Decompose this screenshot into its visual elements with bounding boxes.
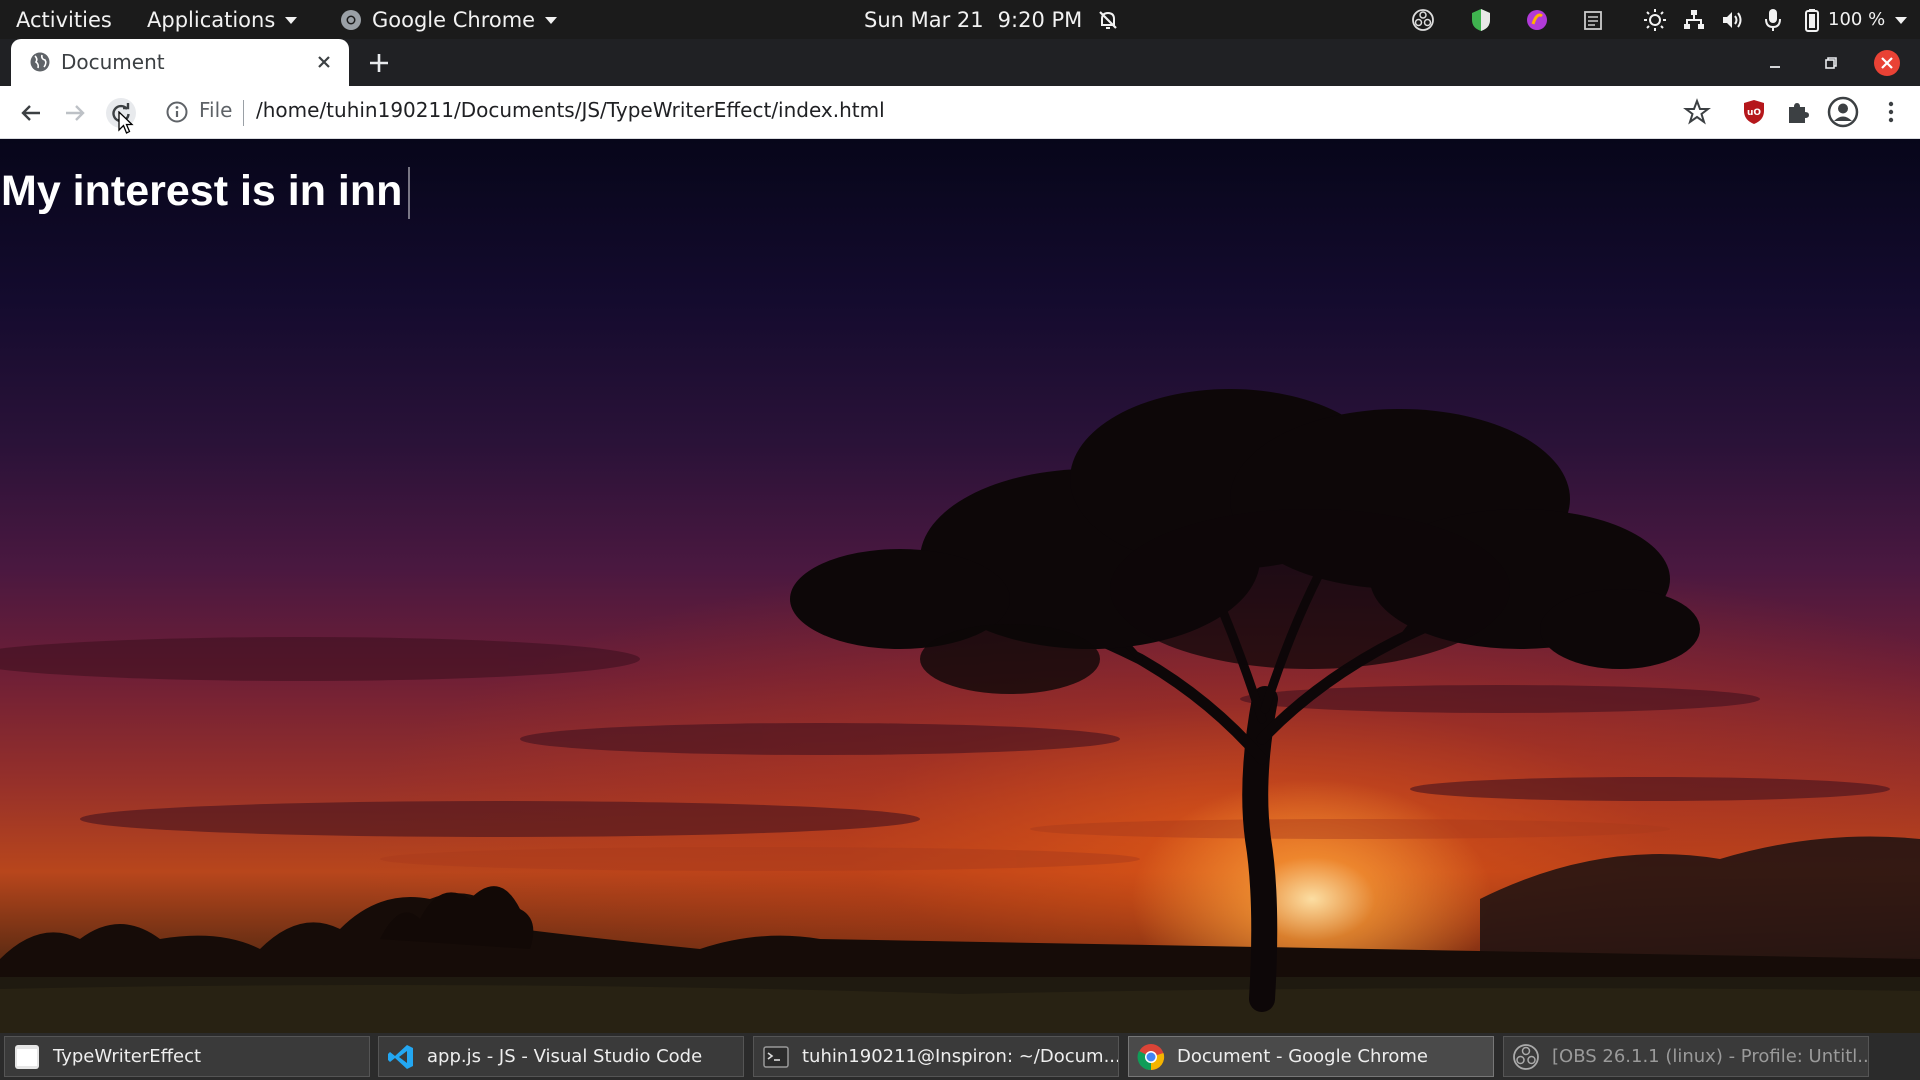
applications-menu[interactable]: Applications [147,0,298,39]
url-text[interactable]: /home/tuhin190211/Documents/JS/TypeWrite… [256,98,885,122]
chevron-down-icon [285,17,298,24]
volume-icon[interactable] [1721,8,1745,32]
new-tab-plus-icon[interactable] [365,49,393,77]
tab-title: Document [61,50,165,74]
obs-icon [1513,1043,1539,1070]
taskbar-item-terminal[interactable]: tuhin190211@Inspiron: ~/Docum... [753,1036,1119,1077]
brightness-icon[interactable] [1643,8,1667,32]
taskbar-item-vscode[interactable]: app.js - JS - Visual Studio Code [378,1036,744,1077]
mouse-pointer-icon [118,111,134,134]
battery-indicator[interactable]: 100 % [1804,0,1908,39]
taskbar-item-google-chrome[interactable]: Document - Google Chrome [1128,1036,1494,1077]
close-tab-icon[interactable] [313,51,335,73]
profile-avatar-icon[interactable] [1827,96,1859,128]
chrome-menu-icon[interactable] [1876,97,1906,127]
typed-text: My interest is in inn [1,167,403,215]
battery-icon [1805,8,1819,32]
chrome-tab-strip: Document [0,39,1920,86]
minimize-window-icon[interactable] [1762,50,1788,76]
omnibox-separator [243,100,244,126]
clock-time: 9:20 PM [997,7,1083,32]
globe-icon [30,52,50,72]
terminal-icon [763,1045,789,1068]
taskbar-item-typewritereffect[interactable]: TypeWriterEffect [4,1036,370,1077]
chrome-toolbar: File /home/tuhin190211/Documents/JS/Type… [0,86,1920,139]
clipboard-tray-icon[interactable] [1581,8,1605,32]
typewriter-heading: My interest is in inn [1,167,411,219]
window-list-taskbar: TypeWriterEffect app.js - JS - Visual St… [0,1033,1920,1080]
notifications-muted-icon [1099,10,1118,29]
typing-caret [408,167,411,219]
page-viewport: My interest is in inn [0,139,1920,1033]
vscode-icon [388,1044,413,1069]
bookmark-star-icon[interactable] [1682,97,1712,127]
omnibox-scheme: File [199,98,233,122]
tor-tray-icon[interactable] [1525,8,1549,32]
shield-tray-icon[interactable] [1469,8,1493,32]
forward-arrow-icon[interactable] [60,98,90,128]
folder-icon [15,1044,39,1069]
sunset-tree-background [0,389,1920,1033]
battery-percent: 100 % [1828,9,1886,30]
gnome-top-bar: Activities Applications Google Chrome Su… [0,0,1920,39]
chrome-icon [341,9,361,30]
restore-window-icon[interactable] [1818,50,1844,76]
close-window-icon[interactable] [1873,49,1901,77]
system-menu-chevron-icon[interactable] [1895,17,1908,24]
back-arrow-icon[interactable] [16,98,46,128]
tab-document[interactable]: Document [11,39,349,86]
activities-button[interactable]: Activities [16,0,112,39]
obs-tray-icon[interactable] [1411,8,1435,32]
chevron-down-icon [545,17,558,24]
chrome-icon [1137,1043,1165,1070]
svg-text:uO: uO [1747,108,1761,118]
ublock-origin-icon[interactable]: uO [1739,97,1769,127]
microphone-icon[interactable] [1761,8,1785,32]
extensions-puzzle-icon[interactable] [1783,97,1813,127]
app-menu-google-chrome[interactable]: Google Chrome [340,0,558,39]
info-icon[interactable] [165,100,189,124]
network-icon[interactable] [1682,8,1706,32]
taskbar-item-obs[interactable]: [OBS 26.1.1 (linux) - Profile: Untitl... [1503,1036,1869,1077]
clock-date: Sun Mar 21 [864,7,984,32]
clock[interactable]: Sun Mar 21 9:20 PM [864,0,1120,39]
